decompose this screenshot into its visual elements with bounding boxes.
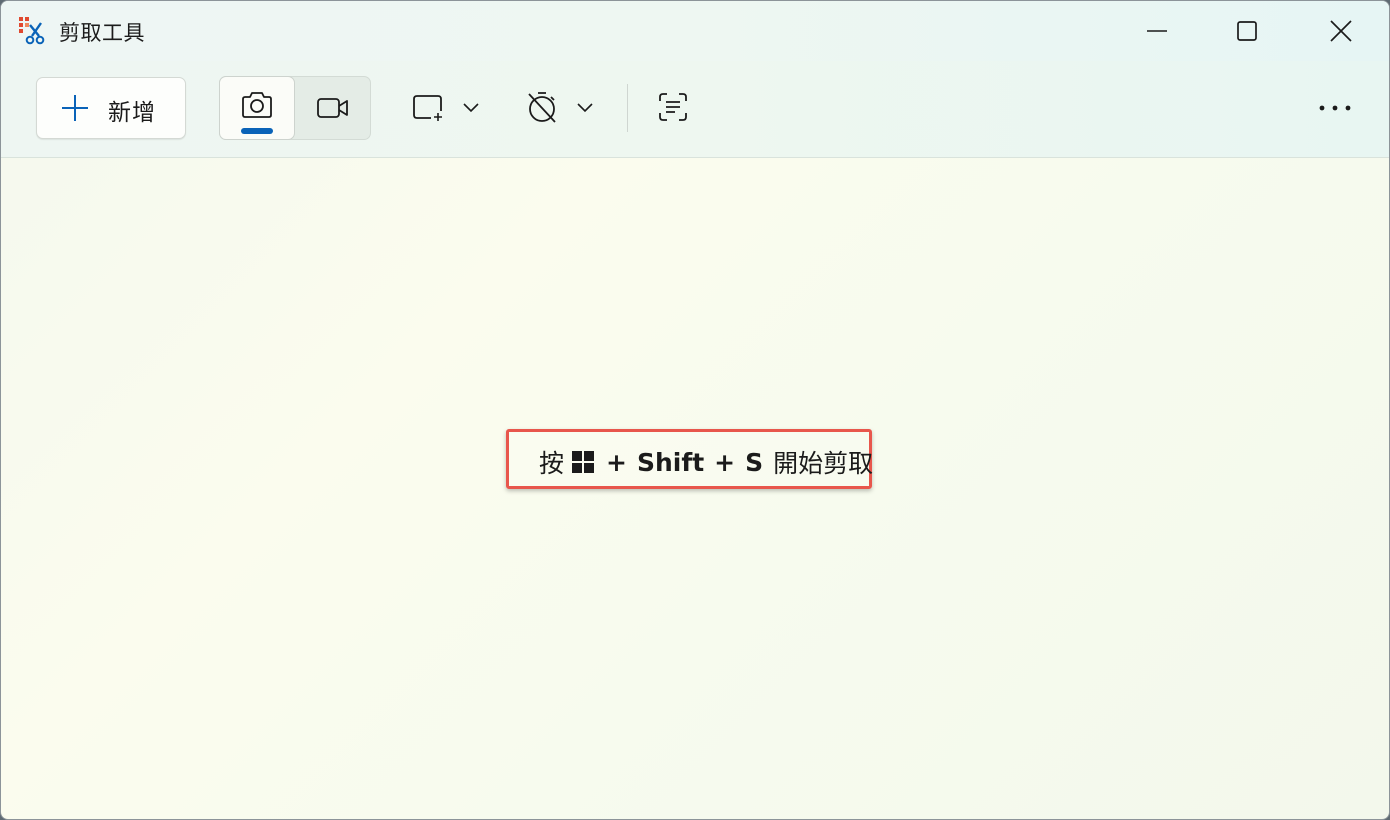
video-camera-icon: [316, 98, 348, 118]
capture-mode-toggle: [219, 76, 371, 140]
hint-s-key: S: [745, 447, 764, 477]
shortcut-hint: 按 + Shift + S 開始剪取: [506, 429, 873, 489]
minimize-button[interactable]: [1111, 1, 1203, 61]
maximize-button[interactable]: [1201, 1, 1293, 61]
selected-mode-indicator: [241, 128, 273, 134]
window-title: 剪取工具: [59, 21, 145, 45]
screenshot-mode-button[interactable]: [219, 76, 295, 140]
hint-plus-1: +: [606, 447, 627, 477]
hint-press-text: 按: [539, 449, 565, 478]
chevron-down-icon: [577, 103, 593, 113]
hint-shift-key: Shift: [636, 447, 705, 477]
more-options-button[interactable]: [1313, 93, 1357, 123]
close-icon: [1330, 20, 1352, 42]
new-snip-label: 新增: [108, 100, 156, 126]
timer-off-icon: [528, 92, 556, 123]
shortcut-hint-text: 按 + Shift + S 開始剪取: [539, 444, 873, 480]
close-button[interactable]: [1295, 1, 1387, 61]
more-icon: [1319, 105, 1351, 111]
hint-plus-2: +: [714, 447, 736, 477]
text-actions-button[interactable]: [657, 79, 701, 135]
plus-icon: [62, 95, 88, 121]
video-mode-button[interactable]: [295, 77, 370, 139]
snipping-tool-icon: [19, 17, 45, 45]
camera-icon: [242, 92, 272, 118]
snipping-tool-window: 剪取工具 新增 按 + Shift + S 開始剪取: [0, 0, 1390, 820]
toolbar: 新增: [1, 61, 1389, 158]
rectangle-snip-icon: [413, 95, 442, 121]
windows-key-icon: [572, 451, 595, 473]
title-bar[interactable]: 剪取工具: [1, 1, 1389, 61]
maximize-icon: [1237, 21, 1257, 41]
hint-action-text: 開始剪取: [773, 449, 874, 478]
toolbar-divider: [627, 84, 628, 132]
new-snip-button[interactable]: 新增: [36, 77, 186, 139]
text-actions-icon: [659, 93, 687, 121]
minimize-icon: [1147, 30, 1167, 32]
chevron-down-icon: [463, 103, 479, 113]
delay-timer-dropdown[interactable]: [525, 79, 605, 135]
snip-shape-dropdown[interactable]: [411, 79, 491, 135]
